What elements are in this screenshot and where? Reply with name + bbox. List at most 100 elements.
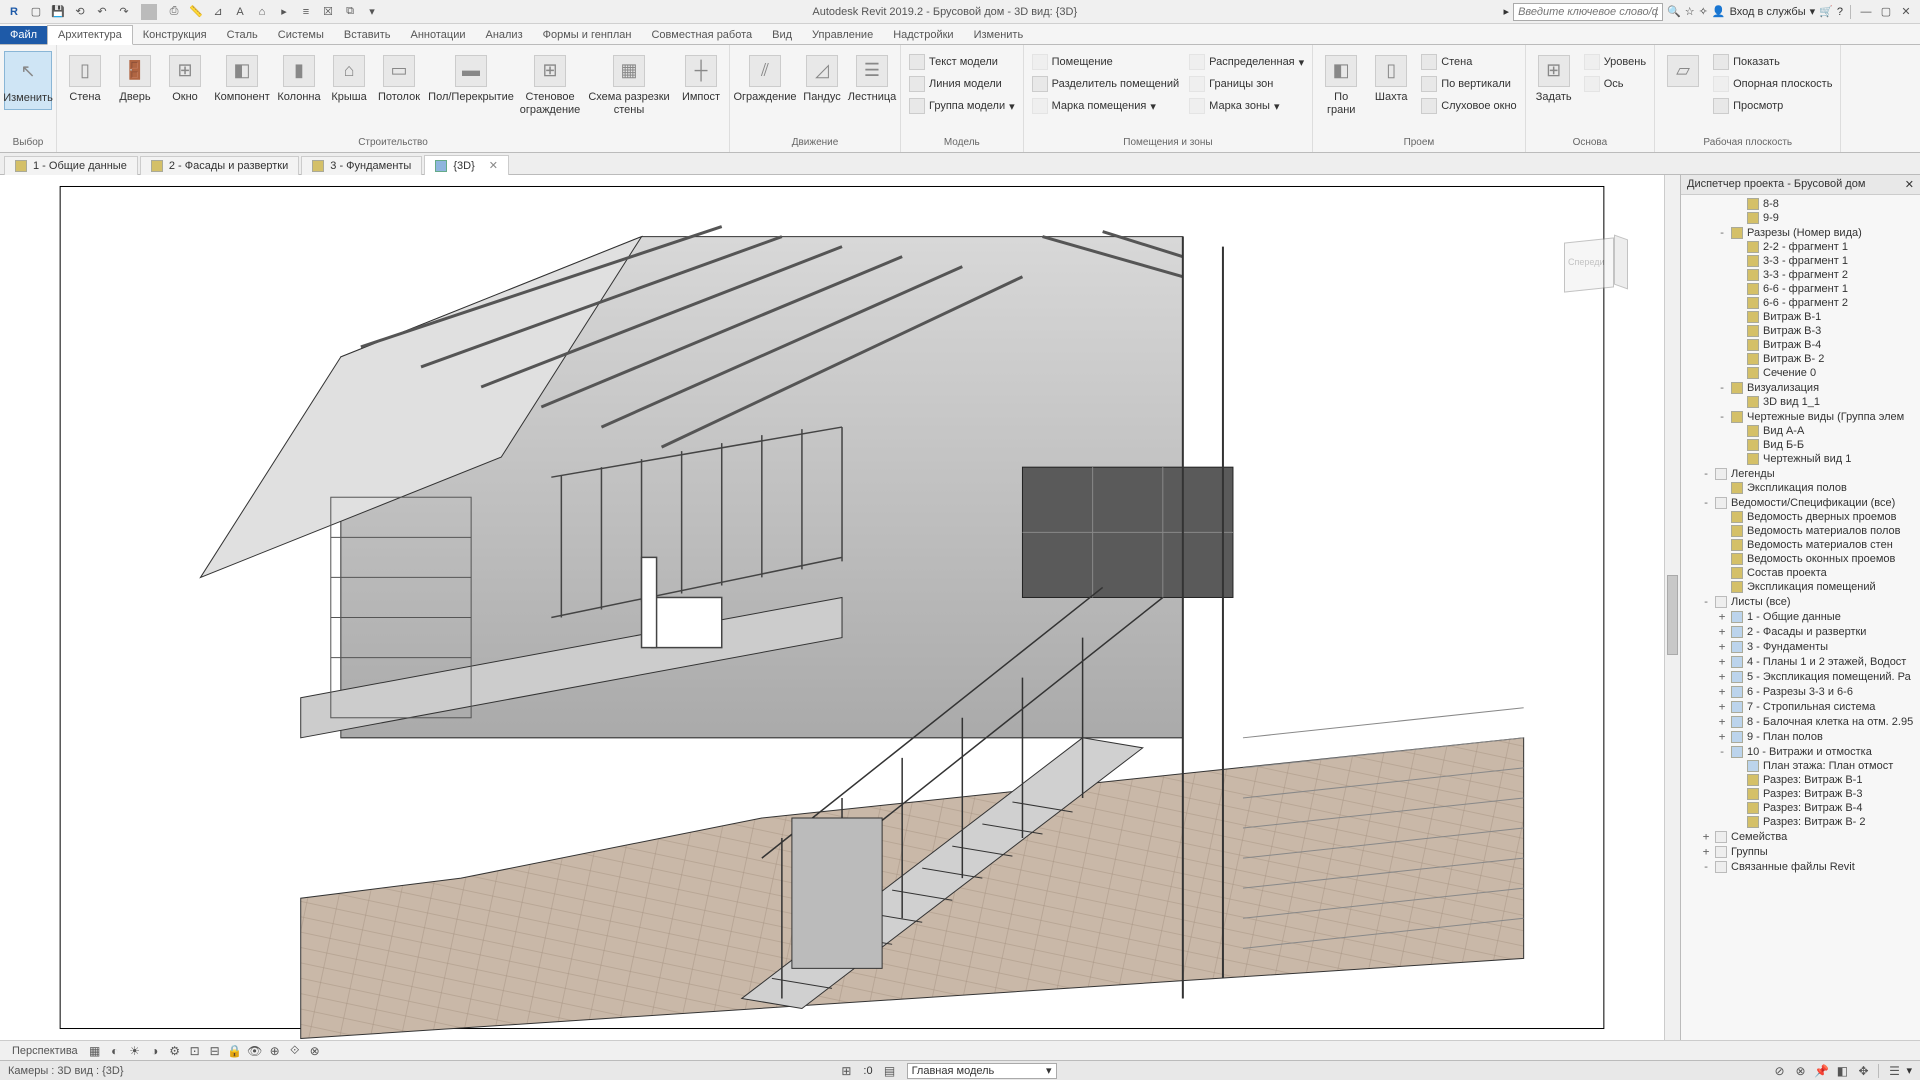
expand-icon[interactable]: + <box>1717 715 1727 728</box>
room-button[interactable]: Помещение <box>1028 51 1184 73</box>
constraints-icon[interactable]: ⊗ <box>306 1043 324 1059</box>
tree-node[interactable]: Состав проекта <box>1681 566 1920 580</box>
align-icon[interactable]: ⊿ <box>210 4 226 20</box>
tree-node[interactable]: -Разрезы (Номер вида) <box>1681 225 1920 240</box>
show-button[interactable]: Показать <box>1709 51 1836 73</box>
tree-node[interactable]: -Легенды <box>1681 466 1920 481</box>
tab-view[interactable]: Вид <box>762 26 802 44</box>
crop-visible-icon[interactable]: ⊟ <box>206 1043 224 1059</box>
tree-node[interactable]: Ведомость материалов стен <box>1681 538 1920 552</box>
tab-architecture[interactable]: Архитектура <box>47 25 133 45</box>
model-line-button[interactable]: Линия модели <box>905 73 1019 95</box>
viewer-button[interactable]: Просмотр <box>1709 95 1836 117</box>
switch-windows-icon[interactable]: ⧉ <box>342 4 358 20</box>
tab-massing[interactable]: Формы и генплан <box>533 26 642 44</box>
tree-node[interactable]: Разрез: Витраж В-3 <box>1681 787 1920 801</box>
tab-steel[interactable]: Сталь <box>217 26 268 44</box>
column-button[interactable]: ▮Колонна <box>275 51 323 108</box>
search-icon[interactable]: 🔍 <box>1667 5 1681 18</box>
view-tab[interactable]: 1 - Общие данные <box>4 156 138 175</box>
model-group-button[interactable]: Группа модели▾ <box>905 95 1019 117</box>
ceiling-button[interactable]: ▭Потолок <box>375 51 423 108</box>
expand-icon[interactable]: - <box>1701 860 1711 873</box>
view-cube[interactable]: Спереди <box>1554 235 1634 315</box>
comm-icon[interactable]: ☆ <box>1685 5 1695 18</box>
component-button[interactable]: ◧Компонент <box>211 51 273 108</box>
info-icon[interactable]: ▸ <box>1504 5 1510 18</box>
tab-annotate[interactable]: Аннотации <box>401 26 476 44</box>
expand-icon[interactable]: + <box>1717 685 1727 698</box>
tree-node[interactable]: -10 - Витражи и отмостка <box>1681 744 1920 759</box>
help-icon[interactable]: ? <box>1837 6 1843 18</box>
undo-icon[interactable]: ↶ <box>94 4 110 20</box>
expand-icon[interactable]: + <box>1717 640 1727 653</box>
tree-node[interactable]: +6 - Разрезы 3-3 и 6-6 <box>1681 684 1920 699</box>
crop-icon[interactable]: ⊡ <box>186 1043 204 1059</box>
lock-icon[interactable]: 🔒 <box>226 1043 244 1059</box>
tree-node[interactable]: Витраж В- 2 <box>1681 352 1920 366</box>
grid-button[interactable]: Ось <box>1580 73 1650 95</box>
browser-tree[interactable]: 8-89-9-Разрезы (Номер вида)2-2 - фрагмен… <box>1681 195 1920 1040</box>
area-tag-button[interactable]: Марка зоны▾ <box>1185 95 1308 117</box>
tree-node[interactable]: +5 - Экспликация помещений. Ра <box>1681 669 1920 684</box>
tree-node[interactable]: +7 - Стропильная система <box>1681 699 1920 714</box>
tab-systems[interactable]: Системы <box>268 26 334 44</box>
tree-node[interactable]: -Чертежные виды (Группа элем <box>1681 409 1920 424</box>
stair-button[interactable]: ☰Лестница <box>848 51 896 108</box>
expand-icon[interactable]: - <box>1701 595 1711 608</box>
expand-icon[interactable]: - <box>1701 496 1711 509</box>
expand-icon[interactable]: + <box>1717 625 1727 638</box>
redo-icon[interactable]: ↷ <box>116 4 132 20</box>
tab-insert[interactable]: Вставить <box>334 26 401 44</box>
filter-icon[interactable]: ☰ <box>1885 1063 1903 1079</box>
user-icon[interactable]: 👤 <box>1712 5 1726 18</box>
shaft-button[interactable]: ▯Шахта <box>1367 51 1415 108</box>
tab-addins[interactable]: Надстройки <box>883 26 963 44</box>
thin-lines-icon[interactable]: ≡ <box>298 4 314 20</box>
close-icon[interactable]: ✕ <box>489 159 498 172</box>
mullion-button[interactable]: ┼Импост <box>677 51 725 108</box>
tree-node[interactable]: +8 - Балочная клетка на отм. 2.95 <box>1681 714 1920 729</box>
tree-node[interactable]: Витраж В-4 <box>1681 338 1920 352</box>
shadows-icon[interactable]: ◑ <box>146 1043 164 1059</box>
section-icon[interactable]: ▸ <box>276 4 292 20</box>
tree-node[interactable]: Экспликация полов <box>1681 481 1920 495</box>
workset-icon[interactable]: ⊞ <box>837 1063 855 1079</box>
area-button[interactable]: Распределенная▾ <box>1185 51 1308 73</box>
expand-icon[interactable]: + <box>1717 610 1727 623</box>
expand-icon[interactable]: + <box>1717 730 1727 743</box>
expand-icon[interactable]: - <box>1717 410 1727 423</box>
select-pinned-icon[interactable]: 📌 <box>1812 1063 1830 1079</box>
tree-node[interactable]: +3 - Фундаменты <box>1681 639 1920 654</box>
tree-node[interactable]: Экспликация помещений <box>1681 580 1920 594</box>
curtain-grid-button[interactable]: ▦Схема разрезки стены <box>583 51 675 121</box>
open-icon[interactable]: ▢ <box>28 4 44 20</box>
set-button[interactable]: ⊞Задать <box>1530 51 1578 108</box>
close-hidden-icon[interactable]: ☒ <box>320 4 336 20</box>
vertical-opening-button[interactable]: По вертикали <box>1417 73 1521 95</box>
minimize-icon[interactable]: — <box>1858 4 1874 20</box>
tab-manage[interactable]: Управление <box>802 26 883 44</box>
sun-path-icon[interactable]: ☀ <box>126 1043 144 1059</box>
tree-node[interactable]: +4 - Планы 1 и 2 этажей, Водост <box>1681 654 1920 669</box>
tree-node[interactable]: -Связанные файлы Revit <box>1681 859 1920 874</box>
tree-node[interactable]: 8-8 <box>1681 197 1920 211</box>
view-tab[interactable]: 3 - Фундаменты <box>301 156 422 175</box>
tab-modify[interactable]: Изменить <box>964 26 1034 44</box>
tree-node[interactable]: Ведомость дверных проемов <box>1681 510 1920 524</box>
select-underlay-icon[interactable]: ⊗ <box>1791 1063 1809 1079</box>
tree-node[interactable]: 3-3 - фрагмент 1 <box>1681 254 1920 268</box>
tab-analyze[interactable]: Анализ <box>475 26 532 44</box>
tree-node[interactable]: +2 - Фасады и развертки <box>1681 624 1920 639</box>
tree-node[interactable]: +1 - Общие данные <box>1681 609 1920 624</box>
tree-node[interactable]: 6-6 - фрагмент 2 <box>1681 296 1920 310</box>
ramp-button[interactable]: ◿Пандус <box>798 51 846 108</box>
tree-node[interactable]: Ведомость оконных проемов <box>1681 552 1920 566</box>
tree-node[interactable]: Витраж В-1 <box>1681 310 1920 324</box>
level-button[interactable]: Уровень <box>1580 51 1650 73</box>
floor-button[interactable]: ▬Пол/Перекрытие <box>425 51 517 108</box>
tab-structure[interactable]: Конструкция <box>133 26 217 44</box>
tree-node[interactable]: 3-3 - фрагмент 2 <box>1681 268 1920 282</box>
expand-icon[interactable]: - <box>1701 467 1711 480</box>
app-exchange-icon[interactable]: 🛒 <box>1819 5 1833 18</box>
